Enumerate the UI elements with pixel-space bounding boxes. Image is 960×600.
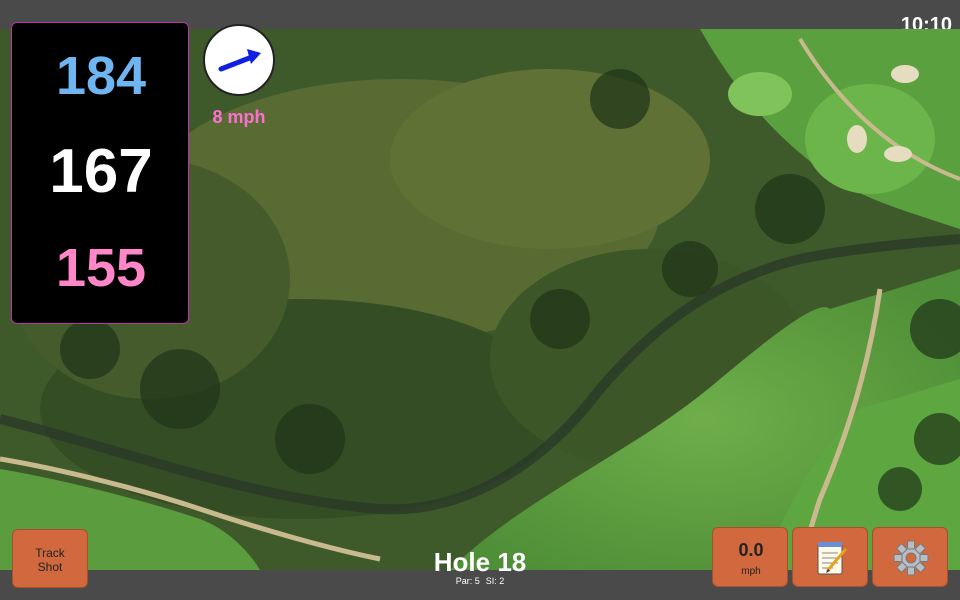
track-shot-label-line1: Track: [35, 546, 65, 560]
wind-arrow-icon: [218, 49, 261, 72]
notes-button[interactable]: [792, 527, 868, 587]
notepad-icon: [817, 542, 847, 575]
middle-yardage: 167: [49, 137, 153, 206]
speed-button[interactable]: 0.0 mph: [712, 527, 788, 587]
wind-speed: 8 mph: [212, 107, 266, 127]
gear-icon: [893, 540, 929, 576]
front-yardage: 155: [55, 238, 147, 298]
track-shot-label-line2: Shot: [37, 560, 63, 574]
hole-info: Par: 5 SI: 2: [380, 577, 580, 586]
hole-par: Par: 5: [455, 576, 480, 586]
settings-button[interactable]: [872, 527, 948, 587]
speed-unit: mph: [741, 566, 761, 577]
track-shot-button[interactable]: Track Shot: [12, 529, 88, 588]
speed-value: 0.0: [738, 540, 764, 560]
hole-title: Hole 18: [433, 547, 527, 577]
hole-si: SI: 2: [485, 576, 505, 586]
yardage-panel: 184 167 155: [11, 22, 189, 324]
back-yardage: 184: [55, 46, 147, 106]
wind-indicator: [203, 24, 275, 96]
